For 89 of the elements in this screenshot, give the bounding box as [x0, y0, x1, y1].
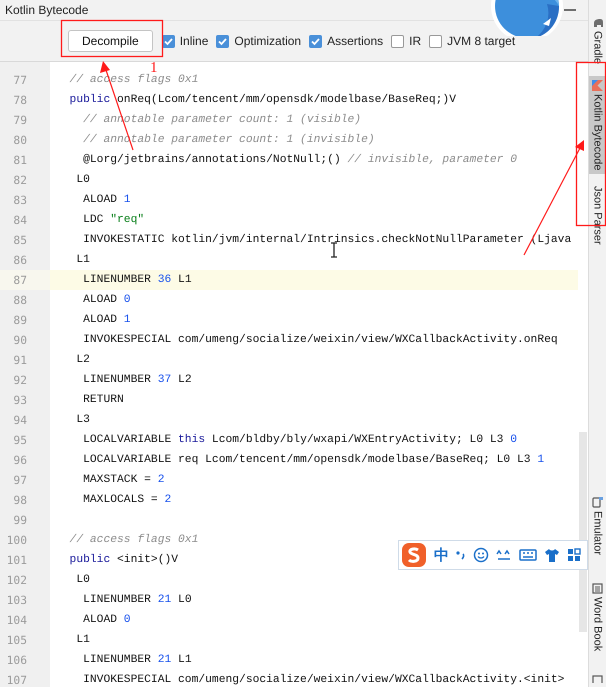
line-number: 101: [6, 554, 27, 566]
line-number: 84: [12, 214, 27, 226]
circle-logo-icon: [491, 0, 563, 36]
line-number: 78: [12, 94, 27, 106]
checkbox[interactable]: [429, 34, 442, 48]
line-number: 86: [12, 254, 27, 266]
line-number: 91: [12, 354, 27, 366]
code-line: L0: [75, 174, 90, 186]
code-line: public onReq(Lcom/tencent/mm/opensdk/modelbase/BaseReq;)V: [68, 94, 456, 106]
line-number: 79: [12, 114, 27, 126]
checkbox[interactable]: [162, 34, 175, 48]
line-number: 80: [12, 134, 27, 146]
code-line: LDC "req": [82, 214, 144, 226]
window-title: Kotlin Bytecode: [5, 3, 88, 17]
line-number: 77: [12, 74, 27, 86]
tool-window-tab[interactable]: Emulator: [588, 492, 606, 559]
tool-window-tab[interactable]: Json Parser: [588, 182, 606, 250]
code-line: L0: [75, 574, 90, 586]
code-line: LINENUMBER 21 L0: [82, 594, 192, 606]
line-number: 93: [12, 394, 27, 406]
annotation-number: 1: [150, 60, 158, 76]
option-label: IR: [409, 34, 422, 48]
checkbox[interactable]: [309, 34, 322, 48]
decompile-button[interactable]: Decompile: [68, 30, 153, 52]
line-number: 98: [12, 494, 27, 506]
kotlin-icon: [592, 80, 603, 92]
line-number: 89: [12, 314, 27, 326]
line-number: 106: [6, 654, 27, 666]
code-line: LINENUMBER 36 L1: [82, 274, 192, 286]
line-number: 103: [6, 594, 27, 606]
line-number: 94: [12, 414, 27, 426]
code-line: INVOKESPECIAL com/umeng/socialize/weixin/view/WXCallbackActivity.<init>: [82, 674, 564, 686]
line-number: 87: [12, 274, 27, 286]
line-number: 97: [12, 474, 27, 486]
code-line: LOCALVARIABLE this Lcom/bldby/bly/wxapi/WXEntryActivity; L0 L3 0: [82, 434, 518, 446]
line-number: 95: [12, 434, 27, 446]
line-number: 90: [12, 334, 27, 346]
tool-window-tab[interactable]: Kotlin Bytecode: [588, 76, 606, 174]
panel-icon[interactable]: [592, 675, 603, 683]
punctuation-icon[interactable]: [456, 549, 466, 561]
smiley-icon[interactable]: [473, 547, 489, 563]
code-line: ALOAD 0: [82, 614, 131, 626]
option-label: Inline: [180, 34, 208, 48]
code-line: INVOKESTATIC kotlin/jvm/internal/Intrinsics.checkNotNullParameter (Ljava: [82, 234, 572, 246]
code-line: LOCALVARIABLE req Lcom/tencent/mm/opensdk/modelbase/BaseReq; L0 L3 1: [82, 454, 544, 466]
option-label: Optimization: [234, 34, 302, 48]
keyboard-icon[interactable]: [519, 549, 537, 561]
checkbox[interactable]: [216, 34, 230, 48]
code-line: RETURN: [82, 394, 124, 406]
code-line: INVOKESPECIAL com/umeng/socialize/weixin/view/WXCallbackActivity.onReq: [82, 334, 558, 346]
code-line: L1: [75, 634, 90, 646]
code-line: ALOAD 1: [82, 314, 131, 326]
code-line: public <init>()V: [68, 554, 178, 566]
book-icon: [592, 582, 603, 594]
tool-window-tab[interactable]: Word Book: [588, 578, 606, 655]
line-number: 100: [6, 534, 27, 546]
code-line: L3: [75, 414, 90, 426]
device-icon: [592, 496, 603, 508]
grid-icon[interactable]: [567, 548, 581, 562]
input-method-logo-icon[interactable]: [401, 542, 427, 568]
code-line: L1: [75, 254, 90, 266]
code-line: LINENUMBER 21 L1: [82, 654, 192, 666]
code-line: MAXLOCALS = 2: [82, 494, 172, 506]
line-number: 81: [12, 154, 27, 166]
line-number: 102: [6, 574, 27, 586]
line-number: 92: [12, 374, 27, 386]
checkbox[interactable]: [391, 34, 404, 48]
line-number: 104: [6, 614, 27, 626]
line-number: 107: [6, 674, 27, 686]
code-line: @Lorg/jetbrains/annotations/NotNull;() // invisible, parameter 0: [82, 154, 517, 166]
line-number: 82: [12, 174, 27, 186]
code-line: ALOAD 0: [82, 294, 131, 306]
code-line: ALOAD 1: [82, 194, 131, 206]
shirt-icon[interactable]: [544, 548, 560, 562]
line-number: 99: [12, 514, 27, 526]
emoticon-icon[interactable]: [496, 549, 512, 561]
tool-window-tab[interactable]: Gradle: [588, 14, 606, 68]
option-label: Assertions: [327, 34, 384, 48]
line-number: 105: [6, 634, 27, 646]
code-line: LINENUMBER 37 L2: [82, 374, 192, 386]
line-number: 88: [12, 294, 27, 306]
code-line: MAXSTACK = 2: [82, 474, 164, 486]
line-number: 85: [12, 234, 27, 246]
input-mode-toggle[interactable]: 中: [434, 546, 449, 564]
code-line: // access flags 0x1: [68, 534, 198, 546]
line-number: 96: [12, 454, 27, 466]
code-line: L2: [75, 354, 90, 366]
option-label: JVM 8 target: [447, 34, 516, 48]
line-number: 83: [12, 194, 27, 206]
